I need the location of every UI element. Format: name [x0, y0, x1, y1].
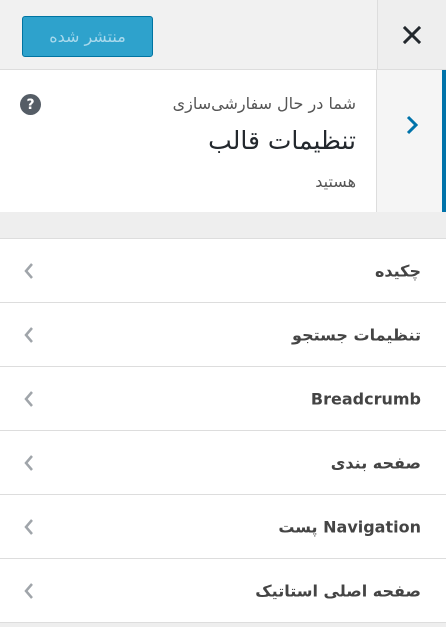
section-breadcrumb[interactable]: Breadcrumb	[0, 367, 446, 431]
customizer-sections-list: چکیده تنظیمات جستجو Breadcrumb صفحه بندی…	[0, 238, 446, 623]
customizer-info-panel: ? شما در حال سفارشی‌سازی تنظیمات قالب هس…	[0, 70, 446, 212]
section-excerpt[interactable]: چکیده	[0, 239, 446, 303]
section-static-front-page[interactable]: صفحه اصلی استاتیک	[0, 559, 446, 623]
theme-settings-title: تنظیمات قالب	[208, 126, 356, 155]
section-label: تنظیمات جستجو	[292, 325, 421, 344]
info-suffix-text: هستید	[315, 172, 356, 191]
chevron-left-icon	[24, 327, 33, 343]
close-button[interactable]	[377, 0, 446, 69]
customizer-header: منتشر شده	[0, 0, 446, 70]
back-button[interactable]	[376, 70, 446, 212]
section-label: صفحه بندی	[330, 453, 421, 472]
section-search-settings[interactable]: تنظیمات جستجو	[0, 303, 446, 367]
section-label: چکیده	[374, 261, 421, 280]
chevron-left-icon	[24, 583, 33, 599]
chevron-right-icon	[406, 115, 418, 135]
help-icon[interactable]: ?	[20, 94, 41, 115]
active-accent-bar	[442, 70, 446, 212]
info-intro-text: شما در حال سفارشی‌سازی	[172, 94, 356, 113]
chevron-left-icon	[24, 263, 33, 279]
section-label: صفحه اصلی استاتیک	[255, 581, 421, 600]
publish-button[interactable]: منتشر شده	[22, 16, 153, 57]
chevron-left-icon	[24, 391, 33, 407]
section-post-navigation[interactable]: Navigation پست	[0, 495, 446, 559]
section-label: Navigation پست	[278, 517, 421, 536]
chevron-left-icon	[24, 455, 33, 471]
section-pagination[interactable]: صفحه بندی	[0, 431, 446, 495]
close-icon	[403, 25, 421, 44]
section-label: Breadcrumb	[310, 389, 421, 408]
chevron-left-icon	[24, 519, 33, 535]
